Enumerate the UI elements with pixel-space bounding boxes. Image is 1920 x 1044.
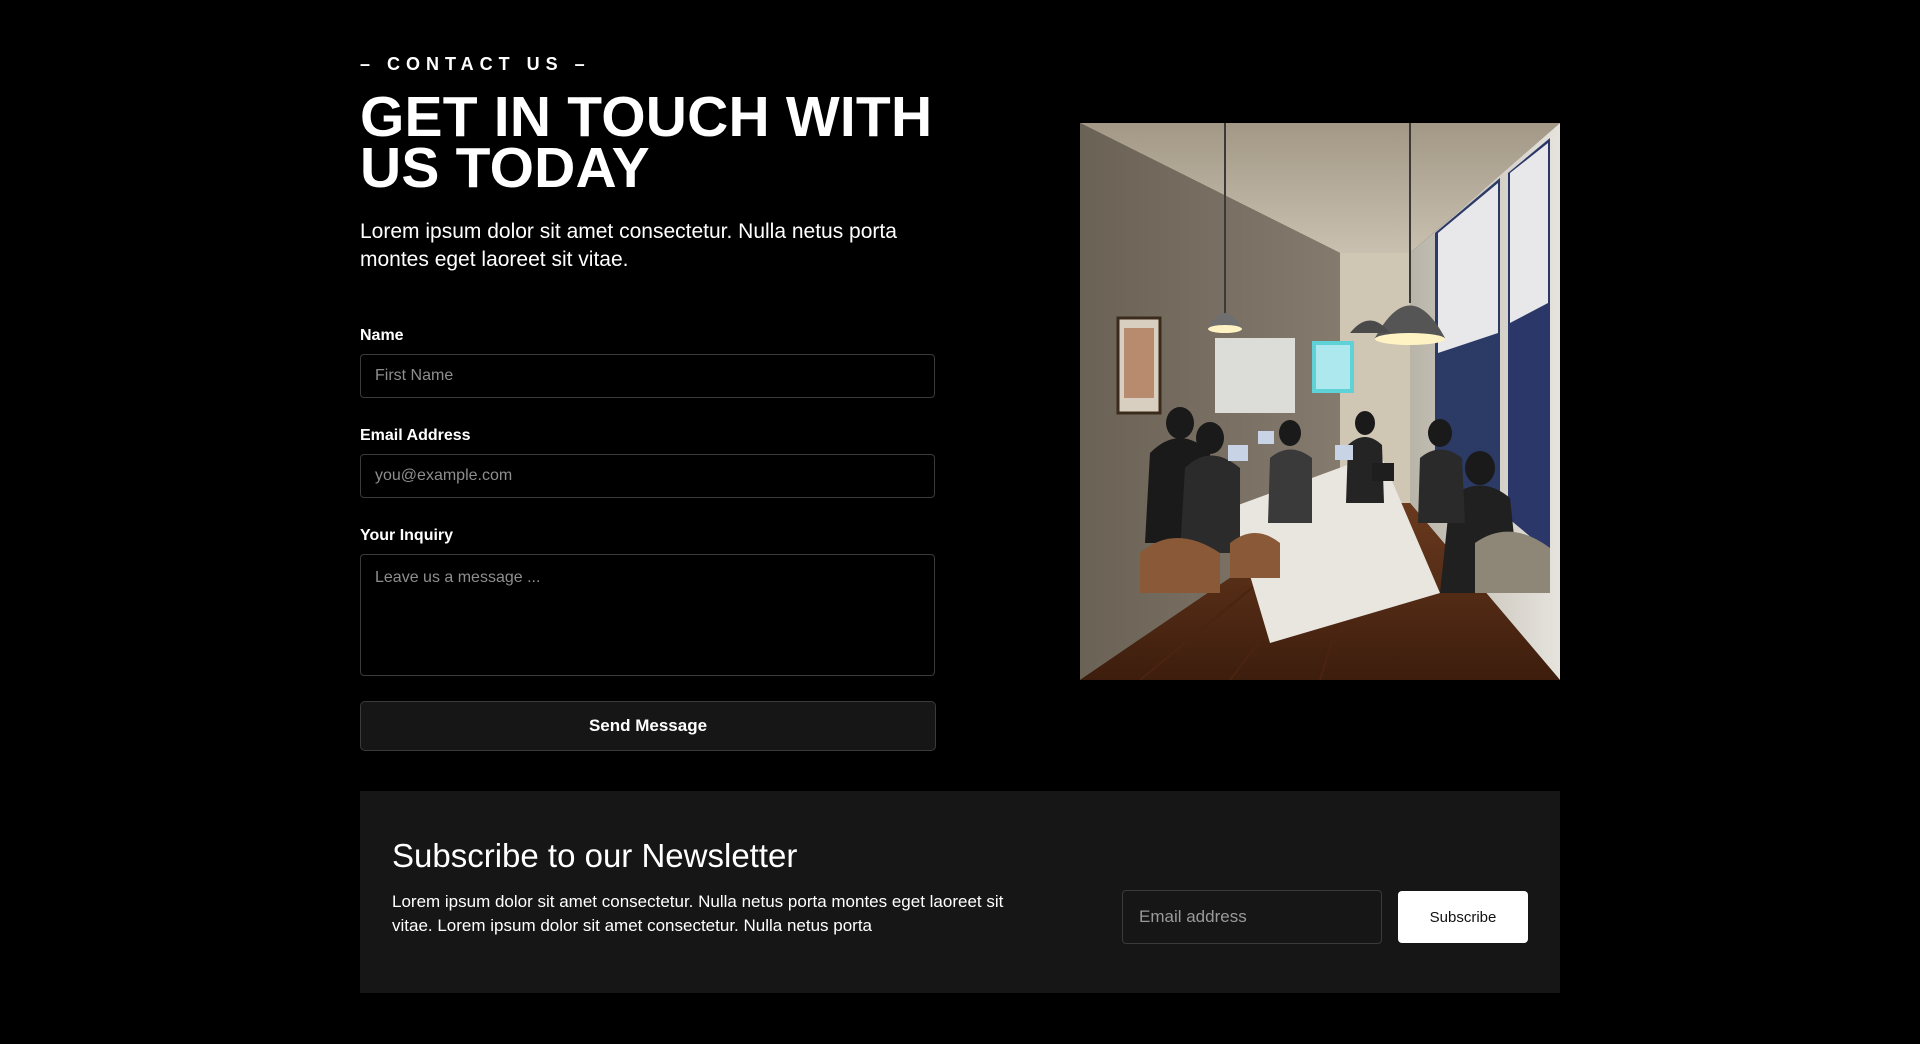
inquiry-textarea[interactable]: [360, 554, 935, 676]
page-title: GET IN TOUCH WITH US TODAY: [360, 85, 933, 200]
intro-text: Lorem ipsum dolor sit amet consectetur. …: [360, 220, 897, 271]
newsletter-description: Lorem ipsum dolor sit amet consectetur. …: [392, 892, 1004, 935]
subscribe-button[interactable]: Subscribe: [1398, 891, 1528, 943]
newsletter-email-input[interactable]: [1122, 890, 1382, 944]
email-input[interactable]: [360, 454, 935, 498]
newsletter-title: Subscribe to our Newsletter: [392, 837, 798, 874]
name-input[interactable]: [360, 354, 935, 398]
email-label: Email Address: [360, 427, 471, 444]
send-message-button[interactable]: Send Message: [360, 701, 936, 751]
inquiry-label: Your Inquiry: [360, 527, 454, 544]
office-meeting-photo: [1080, 123, 1560, 680]
newsletter-section: Subscribe to our Newsletter Lorem ipsum …: [360, 791, 1560, 993]
contact-page: – CONTACT US – GET IN TOUCH WITH US TODA…: [0, 0, 1920, 1044]
name-label: Name: [360, 327, 404, 344]
section-eyebrow: – CONTACT US –: [360, 54, 591, 74]
